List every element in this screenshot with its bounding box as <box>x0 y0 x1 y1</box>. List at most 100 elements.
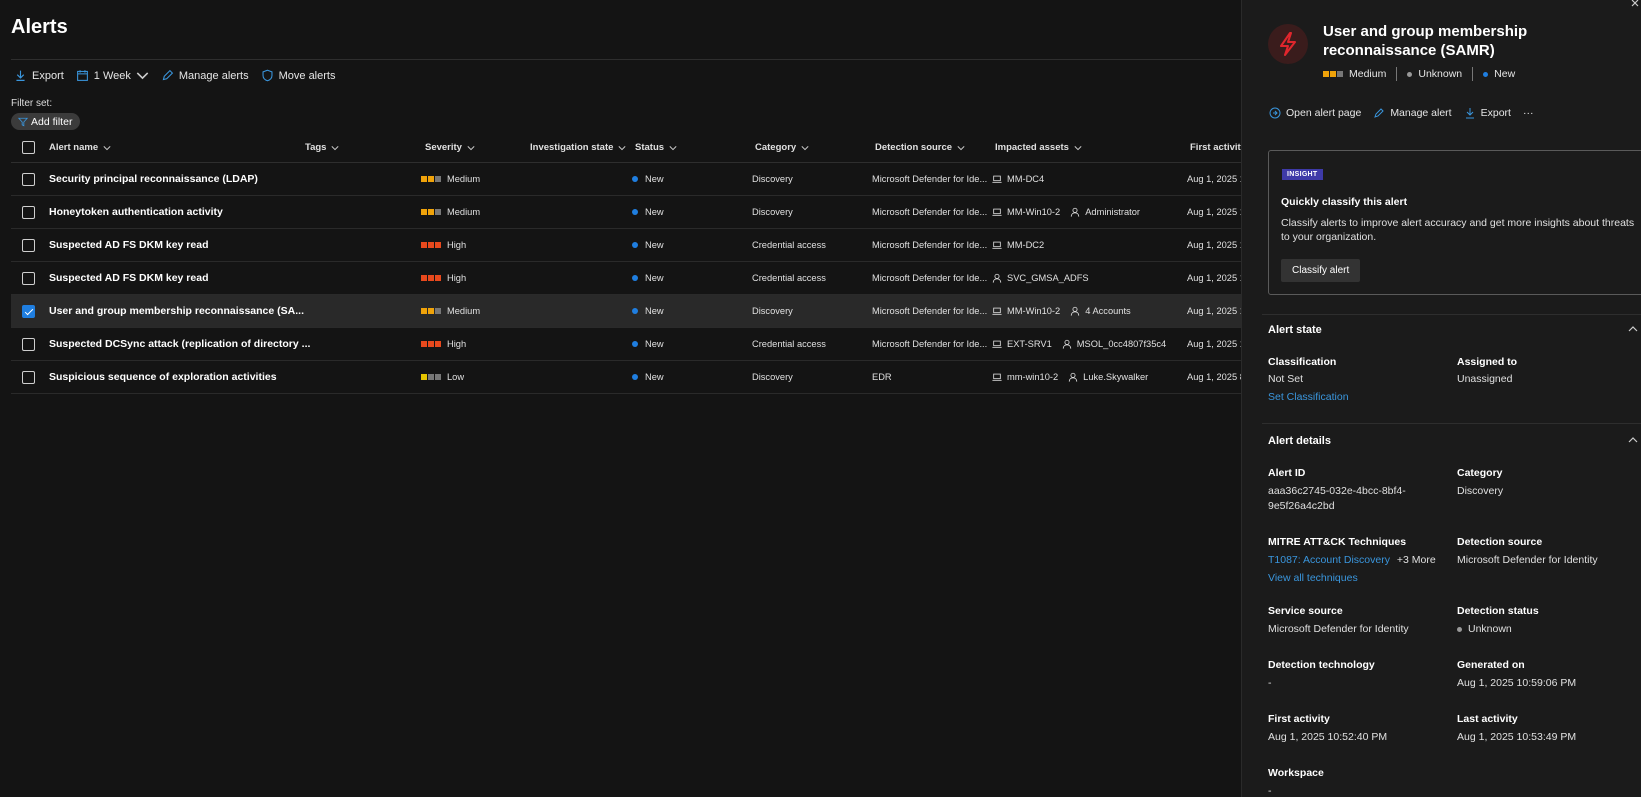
device-asset[interactable]: MM-Win10-2 <box>992 207 1060 217</box>
view-all-techniques-link[interactable]: View all techniques <box>1268 571 1358 586</box>
download-icon <box>16 70 25 81</box>
alert-name[interactable]: Honeytoken authentication activity <box>49 196 223 228</box>
table-row[interactable]: Suspected AD FS DKM key read High New Cr… <box>11 229 1245 262</box>
alert-state-section-toggle[interactable]: Alert state <box>1268 324 1638 336</box>
column-impacted-assets[interactable]: Impacted assets <box>995 142 1082 153</box>
chevron-down-icon <box>103 145 111 150</box>
device-asset[interactable]: MM-DC4 <box>992 174 1044 184</box>
status-dot <box>632 176 638 182</box>
row-checkbox[interactable] <box>22 337 35 351</box>
column-alert-name[interactable]: Alert name <box>49 142 111 153</box>
device-asset[interactable]: mm-win10-2 <box>992 372 1058 382</box>
column-severity[interactable]: Severity <box>425 142 475 153</box>
open-alert-page-button[interactable]: Open alert page <box>1269 107 1361 119</box>
manage-alert-button[interactable]: Manage alert <box>1373 107 1452 119</box>
severity-cell: High <box>421 262 466 294</box>
alert-name[interactable]: Suspected AD FS DKM key read <box>49 229 209 261</box>
table-row[interactable]: Honeytoken authentication activity Mediu… <box>11 196 1245 229</box>
detection-source-label: Detection source <box>1457 536 1543 548</box>
column-investigation-state[interactable]: Investigation state <box>530 142 626 153</box>
alert-name[interactable]: Suspected AD FS DKM key read <box>49 262 209 294</box>
row-checkbox[interactable] <box>22 172 35 186</box>
detection-source-cell: Microsoft Defender for Ide... <box>872 339 988 349</box>
status-cell: New <box>632 163 664 195</box>
service-source-label: Service source <box>1268 605 1343 617</box>
category-cell: Discovery <box>752 306 793 316</box>
panel-export-button[interactable]: Export <box>1464 107 1511 119</box>
mitre-technique-link[interactable]: T1087: Account Discovery <box>1268 554 1390 566</box>
alert-name[interactable]: Suspicious sequence of exploration activ… <box>49 361 277 393</box>
row-checkbox[interactable] <box>22 304 35 318</box>
severity-label: Low <box>447 372 465 382</box>
add-filter-button[interactable]: Add filter <box>11 113 81 130</box>
shield-icon <box>262 69 273 82</box>
detection-status-dot <box>1407 71 1413 77</box>
impacted-assets-cell: MM-DC2 <box>992 229 1054 261</box>
column-detection-source[interactable]: Detection source <box>875 142 965 153</box>
chevron-down-icon <box>331 145 340 150</box>
alert-name[interactable]: Security principal reconnaissance (LDAP) <box>49 163 258 195</box>
table-row[interactable]: Suspected DCSync attack (replication of … <box>11 328 1245 361</box>
insight-text: Classify alerts to improve alert accurac… <box>1281 217 1635 243</box>
row-checkbox[interactable] <box>22 205 35 219</box>
chevron-down-icon <box>801 145 809 150</box>
status-dot <box>632 341 638 347</box>
status-dot <box>632 209 638 215</box>
table-row[interactable]: Suspected AD FS DKM key read High New Cr… <box>11 262 1245 295</box>
status-cell: New <box>632 295 664 327</box>
column-tags[interactable]: Tags <box>305 142 340 153</box>
set-classification-link[interactable]: Set Classification <box>1268 390 1349 405</box>
workspace-value: - <box>1268 785 1272 797</box>
chevron-down-icon <box>957 145 965 150</box>
category-cell: Credential access <box>752 273 826 283</box>
device-asset[interactable]: MM-DC2 <box>992 240 1044 250</box>
alert-id-label: Alert ID <box>1268 467 1306 479</box>
export-button[interactable]: Export <box>14 69 64 82</box>
row-checkbox[interactable] <box>22 370 35 384</box>
user-asset[interactable]: Luke.Skywalker <box>1068 372 1148 382</box>
table-row[interactable]: Security principal reconnaissance (LDAP)… <box>11 163 1245 196</box>
generated-on-label: Generated on <box>1457 659 1525 671</box>
status-label: New <box>645 273 664 283</box>
alert-details-section-toggle[interactable]: Alert details <box>1268 435 1638 447</box>
table-row[interactable]: User and group membership reconnaissance… <box>11 295 1245 328</box>
category-label: Category <box>1457 467 1503 479</box>
column-category[interactable]: Category <box>755 142 809 153</box>
alert-name[interactable]: Suspected DCSync attack (replication of … <box>49 328 310 360</box>
detection-source-value: Microsoft Defender for Identity <box>1457 554 1598 566</box>
column-status[interactable]: Status <box>635 142 677 153</box>
generated-on-value: Aug 1, 2025 10:59:06 PM <box>1457 677 1577 689</box>
row-checkbox[interactable] <box>22 271 35 285</box>
device-name: MM-DC2 <box>1007 240 1045 250</box>
user-asset[interactable]: Administrator <box>1070 207 1140 217</box>
more-actions-button[interactable]: ··· <box>1523 107 1534 119</box>
section-divider <box>1262 314 1641 315</box>
status-label: New <box>645 174 664 184</box>
column-label: Severity <box>425 142 462 153</box>
column-first-activity[interactable]: First activity <box>1190 142 1246 153</box>
user-asset[interactable]: MSOL_0cc4807f35c4 <box>1062 339 1166 349</box>
device-name: mm-win10-2 <box>1007 372 1059 382</box>
severity-bars <box>421 308 441 314</box>
mitre-more[interactable]: +3 More <box>1397 554 1436 566</box>
device-asset[interactable]: MM-Win10-2 <box>992 306 1060 316</box>
manage-alerts-button[interactable]: Manage alerts <box>161 69 249 82</box>
period-dropdown[interactable]: 1 Week <box>76 69 149 82</box>
status-cell: New <box>632 262 664 294</box>
column-label: Alert name <box>49 142 99 153</box>
status-dot <box>632 308 638 314</box>
detection-source-cell: Microsoft Defender for Ide... <box>872 207 988 217</box>
move-alerts-button[interactable]: Move alerts <box>261 69 335 82</box>
select-all-checkbox[interactable] <box>22 141 35 154</box>
severity-label: High <box>447 339 467 349</box>
last-activity-label: Last activity <box>1457 713 1518 725</box>
close-icon[interactable] <box>1631 0 1641 8</box>
alert-name[interactable]: User and group membership reconnaissance… <box>49 295 304 327</box>
user-asset[interactable]: SVC_GMSA_ADFS <box>992 273 1089 283</box>
classify-alert-button[interactable]: Classify alert <box>1281 259 1361 282</box>
table-row[interactable]: Suspicious sequence of exploration activ… <box>11 361 1245 394</box>
column-label: Tags <box>305 142 327 153</box>
row-checkbox[interactable] <box>22 238 35 252</box>
device-asset[interactable]: EXT-SRV1 <box>992 339 1052 349</box>
user-asset[interactable]: 4 Accounts <box>1070 306 1131 316</box>
